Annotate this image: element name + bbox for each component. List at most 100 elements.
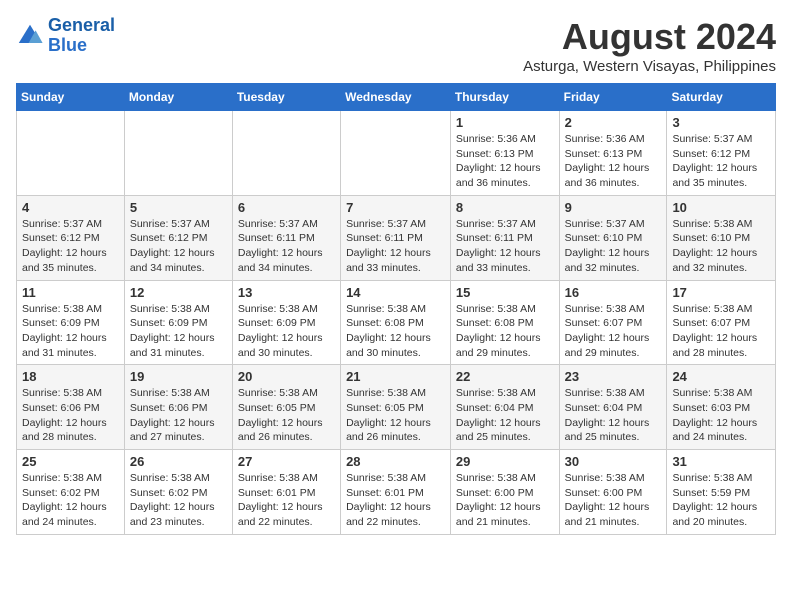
calendar-cell: 26Sunrise: 5:38 AM Sunset: 6:02 PM Dayli… bbox=[124, 450, 232, 535]
calendar-cell: 9Sunrise: 5:37 AM Sunset: 6:10 PM Daylig… bbox=[559, 195, 667, 280]
calendar-cell: 27 Sunrise: 5:38 AM Sunset: 6:01 PM Dayli… bbox=[232, 450, 340, 535]
calendar-cell bbox=[124, 111, 232, 196]
day-detail: Sunrise: 5:36 AM Sunset: 6:13 PM Dayligh… bbox=[456, 132, 554, 191]
day-number: 14 bbox=[346, 285, 445, 300]
day-number: 25 bbox=[22, 454, 119, 469]
day-detail: Sunrise: 5:37 AM Sunset: 6:11 PM Dayligh… bbox=[346, 217, 445, 276]
day-number: 18 bbox=[22, 369, 119, 384]
weekday-header-monday: Monday bbox=[124, 84, 232, 111]
day-detail: Sunrise: 5:38 AM Sunset: 6:00 PM Dayligh… bbox=[456, 471, 554, 530]
day-detail: Sunrise: 5:38 AM Sunset: 6:03 PM Dayligh… bbox=[672, 386, 770, 445]
day-number: 22 bbox=[456, 369, 554, 384]
calendar-cell: 29 Sunrise: 5:38 AM Sunset: 6:00 PM Dayli… bbox=[450, 450, 559, 535]
day-detail: Sunrise: 5:38 AM Sunset: 6:02 PM Dayligh… bbox=[130, 471, 227, 530]
day-number: 13 bbox=[238, 285, 335, 300]
calendar-cell: 10 Sunrise: 5:38 AM Sunset: 6:10 PM Dayli… bbox=[667, 195, 776, 280]
calendar-cell: 21Sunrise: 5:38 AM Sunset: 6:05 PM Dayli… bbox=[341, 365, 451, 450]
calendar-cell: 23Sunrise: 5:38 AM Sunset: 6:04 PM Dayli… bbox=[559, 365, 667, 450]
day-number: 19 bbox=[130, 369, 227, 384]
day-detail: Sunrise: 5:38 AM Sunset: 6:02 PM Dayligh… bbox=[22, 471, 119, 530]
day-number: 17 bbox=[672, 285, 770, 300]
logo-icon bbox=[16, 22, 44, 50]
calendar-cell: 24 Sunrise: 5:38 AM Sunset: 6:03 PM Dayli… bbox=[667, 365, 776, 450]
calendar-cell: 4 Sunrise: 5:37 AM Sunset: 6:12 PM Daylig… bbox=[17, 195, 125, 280]
day-detail: Sunrise: 5:37 AM Sunset: 6:12 PM Dayligh… bbox=[672, 132, 770, 191]
day-detail: Sunrise: 5:38 AM Sunset: 6:08 PM Dayligh… bbox=[346, 302, 445, 361]
day-number: 11 bbox=[22, 285, 119, 300]
calendar-cell: 1 Sunrise: 5:36 AM Sunset: 6:13 PM Daylig… bbox=[450, 111, 559, 196]
day-number: 7 bbox=[346, 200, 445, 215]
day-number: 10 bbox=[672, 200, 770, 215]
day-detail: Sunrise: 5:37 AM Sunset: 6:12 PM Dayligh… bbox=[22, 217, 119, 276]
calendar-cell: 22 Sunrise: 5:38 AM Sunset: 6:04 PM Dayli… bbox=[450, 365, 559, 450]
day-detail: Sunrise: 5:38 AM Sunset: 6:01 PM Dayligh… bbox=[346, 471, 445, 530]
month-title: August 2024 bbox=[523, 16, 776, 58]
calendar-week-5: 25 Sunrise: 5:38 AM Sunset: 6:02 PM Dayli… bbox=[17, 450, 776, 535]
calendar-week-2: 4 Sunrise: 5:37 AM Sunset: 6:12 PM Daylig… bbox=[17, 195, 776, 280]
day-number: 30 bbox=[565, 454, 662, 469]
day-number: 12 bbox=[130, 285, 227, 300]
calendar-week-4: 18 Sunrise: 5:38 AM Sunset: 6:06 PM Dayli… bbox=[17, 365, 776, 450]
day-number: 1 bbox=[456, 115, 554, 130]
calendar-cell bbox=[17, 111, 125, 196]
day-number: 29 bbox=[456, 454, 554, 469]
day-detail: Sunrise: 5:37 AM Sunset: 6:11 PM Dayligh… bbox=[456, 217, 554, 276]
calendar-cell: 2Sunrise: 5:36 AM Sunset: 6:13 PM Daylig… bbox=[559, 111, 667, 196]
calendar-cell: 5Sunrise: 5:37 AM Sunset: 6:12 PM Daylig… bbox=[124, 195, 232, 280]
calendar-cell: 18 Sunrise: 5:38 AM Sunset: 6:06 PM Dayli… bbox=[17, 365, 125, 450]
day-detail: Sunrise: 5:38 AM Sunset: 6:09 PM Dayligh… bbox=[22, 302, 119, 361]
day-detail: Sunrise: 5:38 AM Sunset: 6:05 PM Dayligh… bbox=[238, 386, 335, 445]
calendar-cell: 28 Sunrise: 5:38 AM Sunset: 6:01 PM Dayli… bbox=[341, 450, 451, 535]
calendar-week-1: 1 Sunrise: 5:36 AM Sunset: 6:13 PM Daylig… bbox=[17, 111, 776, 196]
calendar-cell: 25 Sunrise: 5:38 AM Sunset: 6:02 PM Dayli… bbox=[17, 450, 125, 535]
day-number: 6 bbox=[238, 200, 335, 215]
logo-line2: Blue bbox=[48, 35, 87, 55]
weekday-header-sunday: Sunday bbox=[17, 84, 125, 111]
day-number: 20 bbox=[238, 369, 335, 384]
weekday-header-friday: Friday bbox=[559, 84, 667, 111]
day-detail: Sunrise: 5:38 AM Sunset: 6:04 PM Dayligh… bbox=[565, 386, 662, 445]
day-detail: Sunrise: 5:37 AM Sunset: 6:11 PM Dayligh… bbox=[238, 217, 335, 276]
day-detail: Sunrise: 5:38 AM Sunset: 6:10 PM Dayligh… bbox=[672, 217, 770, 276]
calendar-cell: 6 Sunrise: 5:37 AM Sunset: 6:11 PM Daylig… bbox=[232, 195, 340, 280]
calendar-cell: 30 Sunrise: 5:38 AM Sunset: 6:00 PM Dayli… bbox=[559, 450, 667, 535]
day-detail: Sunrise: 5:38 AM Sunset: 6:08 PM Dayligh… bbox=[456, 302, 554, 361]
day-detail: Sunrise: 5:38 AM Sunset: 6:01 PM Dayligh… bbox=[238, 471, 335, 530]
day-detail: Sunrise: 5:38 AM Sunset: 6:06 PM Dayligh… bbox=[130, 386, 227, 445]
day-detail: Sunrise: 5:38 AM Sunset: 5:59 PM Dayligh… bbox=[672, 471, 770, 530]
logo-line1: General bbox=[48, 15, 115, 35]
calendar-cell: 20 Sunrise: 5:38 AM Sunset: 6:05 PM Dayli… bbox=[232, 365, 340, 450]
day-detail: Sunrise: 5:38 AM Sunset: 6:04 PM Dayligh… bbox=[456, 386, 554, 445]
day-number: 27 bbox=[238, 454, 335, 469]
calendar-cell: 15Sunrise: 5:38 AM Sunset: 6:08 PM Dayli… bbox=[450, 280, 559, 365]
calendar-table: SundayMondayTuesdayWednesdayThursdayFrid… bbox=[16, 83, 776, 535]
day-number: 28 bbox=[346, 454, 445, 469]
weekday-header-thursday: Thursday bbox=[450, 84, 559, 111]
calendar-cell: 17 Sunrise: 5:38 AM Sunset: 6:07 PM Dayli… bbox=[667, 280, 776, 365]
weekday-header-row: SundayMondayTuesdayWednesdayThursdayFrid… bbox=[17, 84, 776, 111]
day-number: 3 bbox=[672, 115, 770, 130]
calendar-cell: 3 Sunrise: 5:37 AM Sunset: 6:12 PM Daylig… bbox=[667, 111, 776, 196]
calendar-cell: 11 Sunrise: 5:38 AM Sunset: 6:09 PM Dayli… bbox=[17, 280, 125, 365]
day-detail: Sunrise: 5:38 AM Sunset: 6:05 PM Dayligh… bbox=[346, 386, 445, 445]
calendar-cell: 7 Sunrise: 5:37 AM Sunset: 6:11 PM Daylig… bbox=[341, 195, 451, 280]
title-block: August 2024 Asturga, Western Visayas, Ph… bbox=[523, 16, 776, 75]
calendar-cell: 12 Sunrise: 5:38 AM Sunset: 6:09 PM Dayli… bbox=[124, 280, 232, 365]
day-detail: Sunrise: 5:38 AM Sunset: 6:09 PM Dayligh… bbox=[238, 302, 335, 361]
weekday-header-saturday: Saturday bbox=[667, 84, 776, 111]
day-detail: Sunrise: 5:38 AM Sunset: 6:06 PM Dayligh… bbox=[22, 386, 119, 445]
day-detail: Sunrise: 5:38 AM Sunset: 6:09 PM Dayligh… bbox=[130, 302, 227, 361]
calendar-cell bbox=[232, 111, 340, 196]
day-detail: Sunrise: 5:38 AM Sunset: 6:07 PM Dayligh… bbox=[565, 302, 662, 361]
day-detail: Sunrise: 5:38 AM Sunset: 6:07 PM Dayligh… bbox=[672, 302, 770, 361]
calendar-cell: 31Sunrise: 5:38 AM Sunset: 5:59 PM Dayli… bbox=[667, 450, 776, 535]
calendar-cell bbox=[341, 111, 451, 196]
day-detail: Sunrise: 5:38 AM Sunset: 6:00 PM Dayligh… bbox=[565, 471, 662, 530]
logo: General Blue bbox=[16, 16, 115, 56]
weekday-header-tuesday: Tuesday bbox=[232, 84, 340, 111]
day-detail: Sunrise: 5:36 AM Sunset: 6:13 PM Dayligh… bbox=[565, 132, 662, 191]
page-header: General Blue August 2024 Asturga, Wester… bbox=[16, 16, 776, 75]
calendar-cell: 8Sunrise: 5:37 AM Sunset: 6:11 PM Daylig… bbox=[450, 195, 559, 280]
day-number: 4 bbox=[22, 200, 119, 215]
day-number: 24 bbox=[672, 369, 770, 384]
